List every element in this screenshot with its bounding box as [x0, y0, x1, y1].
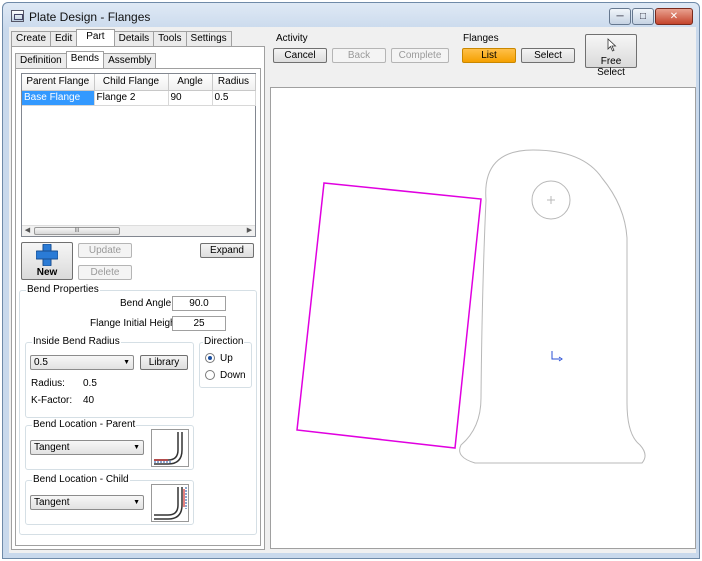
minimize-button[interactable]: ─ — [609, 8, 631, 25]
free-select-label: Free Select — [597, 56, 625, 78]
flange-height-label: Flange Initial Height: — [90, 318, 182, 329]
direction-up-radio[interactable] — [205, 353, 215, 363]
location-parent-value: Tangent — [34, 442, 70, 453]
scroll-right-icon[interactable]: ▶ — [244, 226, 255, 236]
tangent-parent-diagram — [151, 429, 189, 467]
column-header[interactable]: Child Flange — [94, 74, 169, 91]
bend-angle-label: Bend Angle: — [120, 298, 174, 309]
flange-height-field[interactable]: 25 — [172, 316, 226, 331]
scroll-thumb[interactable]: III — [34, 227, 120, 235]
bend-properties-group: Bend Properties Bend Angle: 90.0 Flange … — [19, 284, 257, 535]
complete-button[interactable]: Complete — [391, 48, 449, 63]
window-title: Plate Design - Flanges — [29, 10, 151, 24]
bends-tab-page: Parent Flange Child Flange Angle Radius … — [15, 68, 261, 546]
expand-button[interactable]: Expand — [200, 243, 254, 258]
bend-diagram-icon — [154, 432, 183, 465]
radius-label: Radius: — [31, 378, 65, 389]
column-header[interactable]: Parent Flange — [22, 74, 95, 91]
bend-properties-title: Bend Properties — [26, 284, 100, 295]
close-button[interactable]: ✕ — [655, 8, 693, 25]
flanges-title: Flanges — [463, 33, 499, 44]
radius-select-value: 0.5 — [34, 357, 48, 368]
new-button[interactable]: New — [21, 242, 73, 280]
sub-tab-row: Definition Bends Assembly — [15, 51, 157, 68]
flange-2-outline — [296, 182, 482, 449]
chevron-down-icon: ▼ — [133, 444, 140, 451]
bends-grid[interactable]: Parent Flange Child Flange Angle Radius … — [21, 73, 256, 237]
kfactor-label: K-Factor: — [31, 395, 73, 406]
new-button-label: New — [36, 267, 58, 278]
location-child-group: Bend Location - Child Tangent ▼ — [25, 474, 194, 525]
tab-bends[interactable]: Bends — [65, 51, 105, 68]
table-row[interactable]: Base Flange Flange 2 90 0.5 — [22, 90, 256, 106]
chevron-down-icon: ▼ — [123, 359, 130, 366]
select-button[interactable]: Select — [521, 48, 575, 63]
app-icon — [11, 10, 24, 22]
cell-child-flange[interactable]: Flange 2 — [94, 90, 169, 106]
drawing-canvas[interactable] — [270, 87, 696, 549]
client-area: Create Edit Part Details Tools Settings … — [9, 27, 696, 553]
bend-angle-field[interactable]: 90.0 — [172, 296, 226, 311]
inside-radius-title: Inside Bend Radius — [32, 336, 121, 347]
cancel-button[interactable]: Cancel — [273, 48, 327, 63]
direction-up-label[interactable]: Up — [220, 353, 233, 364]
tab-create[interactable]: Create — [11, 31, 52, 46]
library-button[interactable]: Library — [140, 355, 188, 370]
base-flange-outline — [459, 149, 646, 464]
direction-down-radio[interactable] — [205, 370, 215, 380]
location-child-title: Bend Location - Child — [32, 474, 130, 485]
location-parent-select[interactable]: Tangent ▼ — [30, 440, 144, 455]
tab-assembly[interactable]: Assembly — [103, 53, 157, 68]
location-child-select[interactable]: Tangent ▼ — [30, 495, 144, 510]
column-header[interactable]: Angle — [168, 74, 213, 91]
cell-parent-flange[interactable]: Base Flange — [22, 90, 95, 106]
kfactor-value: 40 — [83, 395, 95, 406]
location-parent-title: Bend Location - Parent — [32, 419, 137, 430]
tab-details[interactable]: Details — [113, 31, 155, 46]
tangent-child-diagram — [151, 484, 189, 522]
tab-definition[interactable]: Definition — [15, 53, 67, 68]
radius-select[interactable]: 0.5 ▼ — [30, 355, 134, 370]
list-button[interactable]: List — [462, 48, 516, 63]
location-child-value: Tangent — [34, 497, 70, 508]
column-header[interactable]: Radius — [212, 74, 256, 91]
grid-header-row: Parent Flange Child Flange Angle Radius — [22, 74, 256, 91]
tab-settings[interactable]: Settings — [185, 31, 232, 46]
cursor-icon — [607, 38, 617, 52]
plus-icon — [36, 244, 58, 266]
part-drawing — [296, 149, 646, 464]
scroll-left-icon[interactable]: ◀ — [22, 226, 33, 236]
direction-down-label[interactable]: Down — [220, 370, 246, 381]
maximize-button[interactable]: □ — [632, 8, 654, 25]
activity-title: Activity — [276, 33, 308, 44]
inside-radius-group: Inside Bend Radius 0.5 ▼ Library Radius:… — [25, 336, 194, 418]
update-button[interactable]: Update — [78, 243, 132, 258]
origin-axis-icon — [551, 351, 563, 362]
free-select-button[interactable]: Free Select — [585, 34, 637, 78]
direction-title: Direction — [203, 336, 245, 347]
back-button[interactable]: Back — [332, 48, 386, 63]
direction-group: Direction Up Down — [199, 336, 252, 388]
top-tab-row: Create Edit Part Details Tools Settings — [11, 29, 232, 46]
part-tab-page: Definition Bends Assembly Parent Flange … — [11, 46, 265, 550]
delete-button[interactable]: Delete — [78, 265, 132, 280]
hole-center-mark — [547, 196, 555, 204]
chevron-down-icon: ▼ — [133, 499, 140, 506]
location-parent-group: Bend Location - Parent Tangent ▼ — [25, 419, 194, 470]
bend-diagram-icon — [154, 487, 187, 520]
title-bar[interactable]: Plate Design - Flanges ─ □ ✕ — [3, 3, 699, 29]
tab-part[interactable]: Part — [76, 29, 115, 46]
cell-radius[interactable]: 0.5 — [212, 90, 256, 106]
tab-tools[interactable]: Tools — [153, 31, 187, 46]
main-window: Plate Design - Flanges ─ □ ✕ Create Edit… — [2, 2, 700, 559]
radius-value: 0.5 — [83, 378, 97, 389]
horizontal-scrollbar[interactable]: ◀ III ▶ — [22, 225, 255, 236]
cell-angle[interactable]: 90 — [168, 90, 213, 106]
tab-edit[interactable]: Edit — [50, 31, 78, 46]
